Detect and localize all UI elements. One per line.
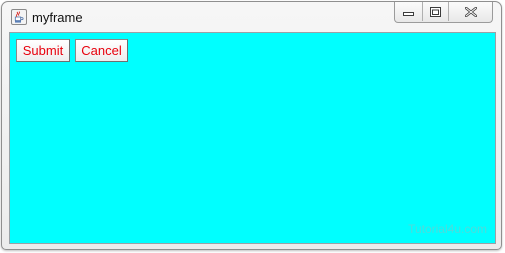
- minimize-button[interactable]: [395, 2, 422, 21]
- submit-button[interactable]: Submit: [16, 39, 70, 62]
- window-title: myframe: [32, 10, 83, 25]
- restore-icon: [430, 6, 441, 17]
- close-button[interactable]: [448, 2, 492, 21]
- window-controls: [394, 2, 493, 23]
- close-icon: [464, 6, 477, 17]
- application-window: myframe Submit Cancel Tutorial4u.com: [1, 1, 502, 250]
- title-bar[interactable]: myframe: [2, 2, 501, 31]
- maximize-button[interactable]: [422, 2, 448, 21]
- minimize-icon: [403, 12, 414, 16]
- content-panel: Submit Cancel Tutorial4u.com: [9, 32, 496, 244]
- cancel-button[interactable]: Cancel: [75, 39, 128, 62]
- watermark-text: Tutorial4u.com: [408, 222, 487, 236]
- java-coffee-cup-icon[interactable]: [11, 9, 27, 25]
